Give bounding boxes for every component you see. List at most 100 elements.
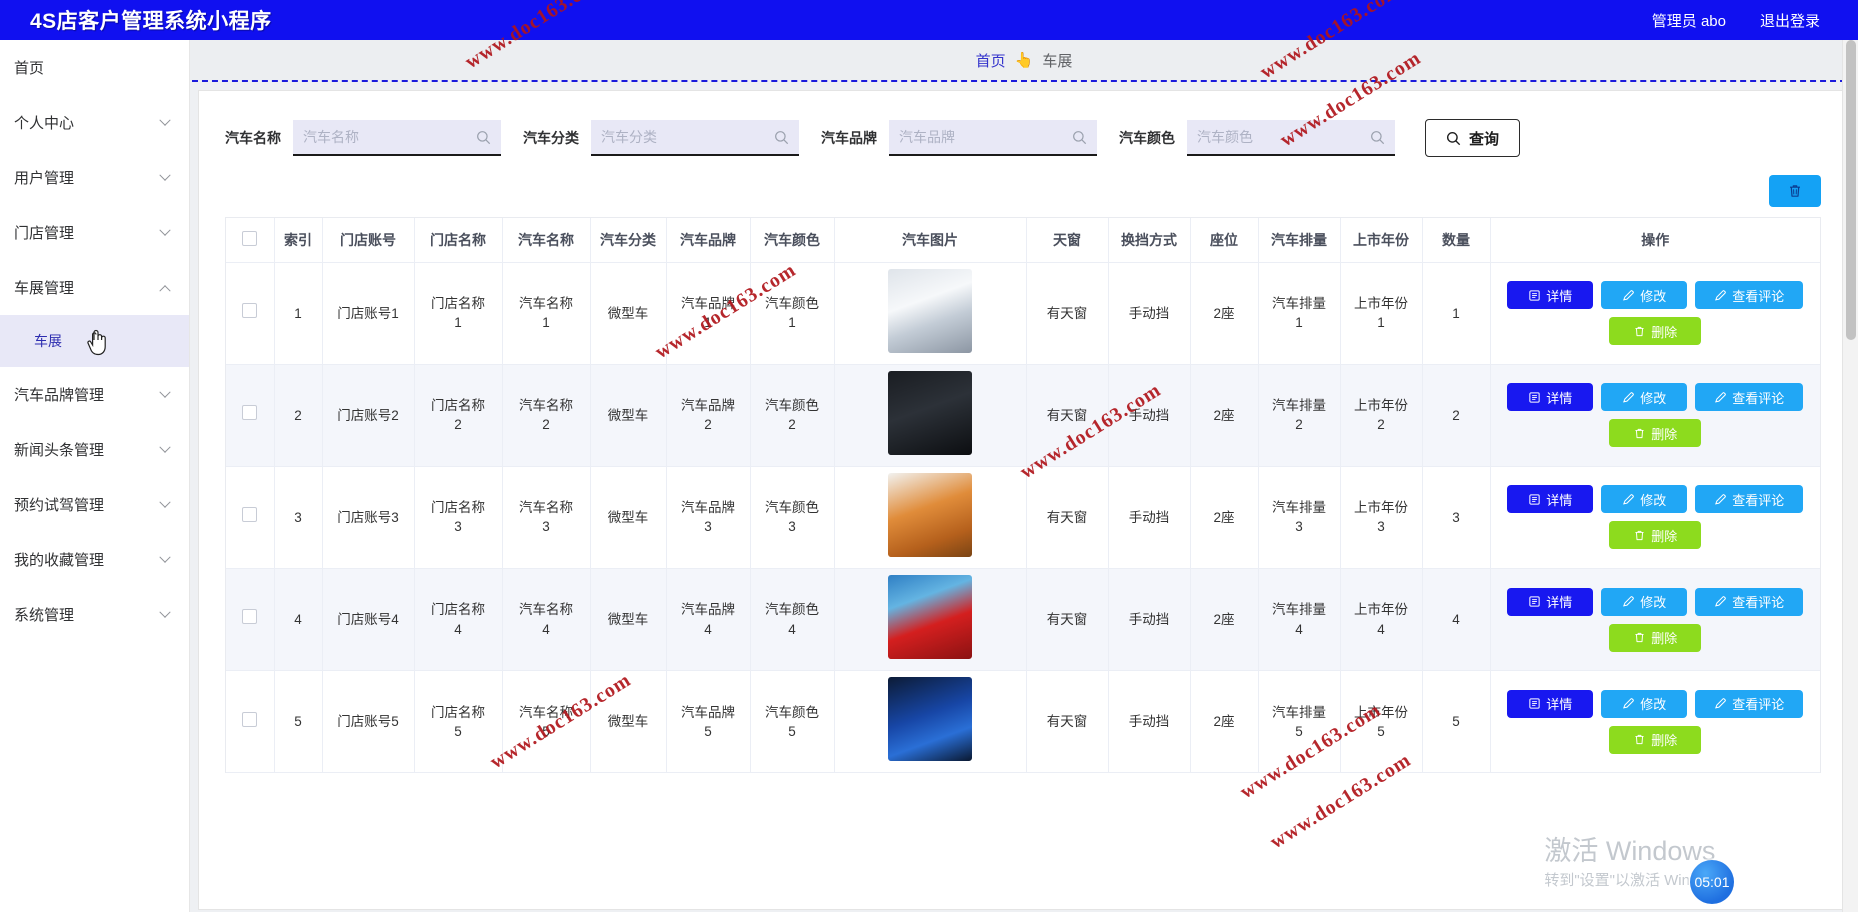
car-photo[interactable]	[888, 370, 972, 455]
search-label: 汽车分类	[523, 130, 579, 146]
sidebar-item-car-brand-management[interactable]: 汽车品牌管理	[0, 367, 189, 422]
detail-button[interactable]: 详情	[1507, 281, 1594, 310]
category-input-wrap[interactable]	[591, 120, 799, 156]
sidebar-item-auto-show-management[interactable]: 车展管理	[0, 260, 189, 315]
cell-category: 微型车	[590, 670, 667, 774]
search-icon	[477, 130, 491, 144]
cell-car-name: 汽车名称 4	[502, 568, 591, 672]
car-photo[interactable]	[888, 472, 972, 557]
delete-button[interactable]: 删除	[1609, 623, 1702, 652]
search-button[interactable]: 查询	[1425, 119, 1521, 157]
sidebar-item-news-management[interactable]: 新闻头条管理	[0, 422, 189, 477]
sidebar-item-label: 用户管理	[14, 170, 75, 187]
sidebar-item-favorites-management[interactable]: 我的收藏管理	[0, 532, 189, 587]
sidebar-item-store-management[interactable]: 门店管理	[0, 205, 189, 260]
sidebar-item-user-management[interactable]: 用户管理	[0, 150, 189, 205]
row-checkbox[interactable]	[242, 507, 258, 523]
app-root: 4S店客户管理系统小程序 管理员 abo 退出登录 首页 个人中心 用户管理 门…	[0, 0, 1858, 912]
color-input-wrap[interactable]	[1187, 120, 1395, 156]
row-checkbox-cell	[226, 262, 275, 365]
detail-button[interactable]: 详情	[1507, 383, 1594, 412]
row-checkbox[interactable]	[242, 711, 258, 727]
row-checkbox[interactable]	[242, 303, 258, 318]
view-comments-button[interactable]: 查看评论	[1695, 383, 1804, 412]
cell-gearbox: 手动挡	[1108, 262, 1191, 365]
detail-button[interactable]: 详情	[1507, 689, 1594, 718]
search-icon	[1371, 130, 1385, 144]
view-comments-button[interactable]: 查看评论	[1695, 281, 1804, 310]
cell-index: 5	[274, 670, 323, 774]
cell-quantity: 1	[1422, 262, 1491, 365]
cell-store-account: 门店账号1	[322, 262, 415, 365]
delete-button[interactable]: 删除	[1609, 419, 1702, 448]
cell-gearbox: 手动挡	[1108, 364, 1191, 467]
cell-seats: 2座	[1190, 466, 1259, 569]
column-header-index: 索引	[274, 218, 323, 263]
cell-brand: 汽车品牌 2	[666, 364, 751, 467]
page-scrollbar[interactable]	[1842, 40, 1858, 912]
cell-car-image	[834, 466, 1027, 569]
category-input[interactable]	[601, 129, 770, 145]
delete-button[interactable]: 删除	[1609, 521, 1702, 550]
sidebar-item-personal-center[interactable]: 个人中心	[0, 95, 189, 150]
search-button-label: 查询	[1469, 130, 1500, 148]
car-name-input-wrap[interactable]	[293, 120, 501, 156]
car-name-input[interactable]	[303, 129, 472, 145]
edit-button[interactable]: 修改	[1601, 383, 1688, 412]
select-all-checkbox[interactable]	[242, 230, 258, 246]
sidebar-subitem-label: 车展	[34, 333, 62, 349]
color-input[interactable]	[1197, 129, 1366, 145]
cell-sunroof: 有天窗	[1026, 466, 1109, 569]
row-checkbox-cell	[226, 364, 275, 467]
sidebar-item-system-management[interactable]: 系统管理	[0, 587, 189, 642]
cell-store-account: 门店账号5	[322, 670, 415, 774]
delete-button[interactable]: 删除	[1609, 725, 1702, 754]
cell-car-name: 汽车名称 5	[502, 670, 591, 774]
edit-button[interactable]: 修改	[1601, 689, 1688, 718]
car-photo[interactable]	[888, 677, 972, 762]
edit-button[interactable]: 修改	[1601, 587, 1688, 616]
detail-button[interactable]: 详情	[1507, 485, 1594, 514]
cell-category: 微型车	[590, 364, 667, 467]
detail-button[interactable]: 详情	[1507, 587, 1594, 616]
pointing-hand-icon: 👆	[1014, 52, 1034, 69]
row-checkbox[interactable]	[242, 609, 258, 625]
cell-color: 汽车颜色 1	[750, 262, 835, 365]
view-comments-button[interactable]: 查看评论	[1695, 587, 1804, 616]
cell-car-name: 汽车名称 1	[502, 262, 591, 365]
cell-displacement: 汽车排量 2	[1258, 364, 1341, 467]
cell-year: 上市年份 4	[1340, 568, 1423, 672]
sidebar-item-home[interactable]: 首页	[0, 40, 189, 95]
logout-button[interactable]: 退出登录	[1760, 10, 1820, 31]
sidebar-subitem-auto-show[interactable]: 车展	[0, 315, 189, 367]
sidebar-item-test-drive-management[interactable]: 预约试驾管理	[0, 477, 189, 532]
edit-button[interactable]: 修改	[1601, 281, 1688, 310]
view-comments-button[interactable]: 查看评论	[1695, 689, 1804, 718]
delete-button-label: 删除	[1651, 324, 1678, 340]
search-field-category: 汽车分类	[523, 120, 821, 156]
delete-button[interactable]: 删除	[1609, 317, 1702, 346]
table-row: 3 门店账号3 门店名称 3 汽车名称 3 微型车 汽车品牌 3 汽车颜色 3 有天窗 手动挡 2…	[226, 466, 1820, 569]
cell-index: 2	[274, 364, 323, 467]
cell-quantity: 4	[1422, 568, 1491, 672]
bulk-delete-button[interactable]	[1769, 175, 1821, 207]
sidebar: 首页 个人中心 用户管理 门店管理 车展管理 车展 汽车品牌管理 新闻头条管理 …	[0, 40, 190, 912]
brand-input-wrap[interactable]	[889, 120, 1097, 156]
edit-button-label: 修改	[1640, 288, 1667, 304]
cell-index: 1	[274, 262, 323, 365]
car-photo[interactable]	[888, 268, 972, 353]
view-comments-button[interactable]: 查看评论	[1695, 485, 1804, 514]
table-row: 1 门店账号1 门店名称 1 汽车名称 1 微型车 汽车品牌 1 汽车颜色 1 有天窗 手动挡 2…	[226, 262, 1820, 365]
cell-brand: 汽车品牌 3	[666, 466, 751, 569]
cell-operations: 详情 修改 查看评论删除	[1490, 364, 1820, 467]
sidebar-item-label: 车展管理	[14, 280, 75, 297]
brand-input[interactable]	[899, 129, 1068, 145]
sidebar-item-label: 个人中心	[14, 115, 75, 132]
car-photo[interactable]	[888, 574, 972, 659]
cell-brand: 汽车品牌 4	[666, 568, 751, 672]
scrollbar-thumb[interactable]	[1846, 40, 1856, 340]
row-checkbox[interactable]	[242, 405, 258, 421]
edit-button[interactable]: 修改	[1601, 485, 1688, 514]
column-header-brand: 汽车品牌	[666, 218, 751, 263]
breadcrumb-home[interactable]: 首页	[976, 50, 1006, 71]
